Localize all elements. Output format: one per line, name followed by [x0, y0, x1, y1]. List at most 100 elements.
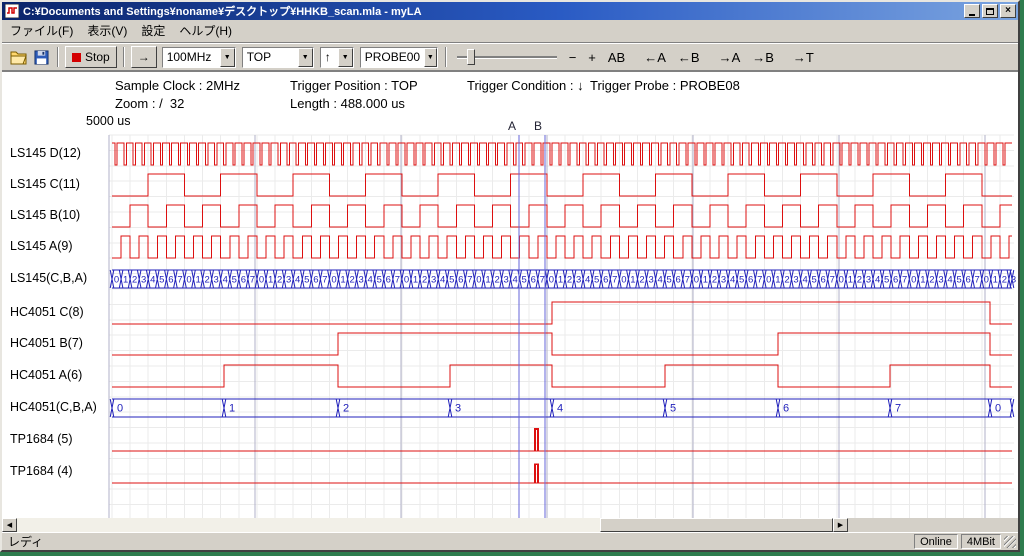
channel-ls145-a-9 [112, 236, 1012, 258]
slider-thumb[interactable] [467, 49, 475, 65]
chevron-down-icon[interactable]: ▼ [424, 48, 437, 67]
bus-value: 1 [123, 275, 128, 286]
trigger-position-value: TOP [243, 48, 298, 67]
bus-value: 7 [250, 275, 255, 286]
bus-value: 3 [938, 275, 943, 286]
bus-value: 5 [739, 275, 744, 286]
bus-value: 6 [821, 275, 826, 286]
bus-value: 1 [195, 275, 200, 286]
chevron-down-icon[interactable]: ▼ [338, 48, 353, 67]
bus-value: 6 [241, 275, 246, 286]
bus-value: 6 [531, 275, 536, 286]
bus-value: 0 [476, 275, 481, 286]
bus-value: 7 [395, 275, 400, 286]
bus-value: 0 [766, 275, 771, 286]
bus-value: 2 [277, 275, 282, 286]
close-button[interactable]: × [1000, 4, 1016, 18]
ab-button[interactable]: AB [603, 48, 630, 67]
zoom-out-button[interactable]: − [564, 48, 582, 67]
titlebar[interactable]: C:¥Documents and Settings¥noname¥デスクトップ¥… [2, 2, 1018, 20]
goto-trigger-button[interactable]: →T [788, 48, 819, 67]
bus-value: 0 [186, 275, 191, 286]
bus-value: 3 [576, 275, 581, 286]
cursor-a-label: A [508, 119, 516, 133]
bus-value: 4 [295, 275, 300, 286]
bus-value: 3 [1011, 275, 1016, 286]
bus-value: 3 [455, 403, 461, 415]
channel-ls145-c-11 [112, 174, 1012, 196]
bus-value: 7 [902, 275, 907, 286]
channel-label: LS145 A(9) [10, 239, 73, 253]
menu-help[interactable]: ヘルプ(H) [172, 20, 239, 42]
menu-view[interactable]: 表示(V) [80, 20, 134, 42]
bus-value: 0 [404, 275, 409, 286]
bus-value: 6 [893, 275, 898, 286]
bus-value: 5 [522, 275, 527, 286]
bus-value: 5 [884, 275, 889, 286]
bus-value: 1 [993, 275, 998, 286]
bus-value: 0 [995, 403, 1001, 415]
trigger-probe-select[interactable]: PROBE00 ▼ [360, 47, 438, 68]
stop-button[interactable]: Stop [65, 46, 117, 68]
waveform-area[interactable]: Sample Clock : 2MHz Trigger Position : T… [2, 71, 1018, 518]
goto-b-left-button[interactable]: ←B [673, 48, 705, 67]
open-file-button[interactable] [7, 46, 29, 68]
maximize-button[interactable] [982, 4, 998, 18]
cursor-b-label: B [534, 119, 542, 133]
goto-a-left-button[interactable]: ←A [639, 48, 671, 67]
bus-value: 7 [467, 275, 472, 286]
minimize-button[interactable] [964, 4, 980, 18]
bus-value: 7 [322, 275, 327, 286]
bus-value: 5 [594, 275, 599, 286]
trigger-position-select[interactable]: TOP ▼ [242, 47, 314, 68]
save-button[interactable] [30, 46, 52, 68]
scroll-right-icon[interactable]: ▶ [833, 518, 848, 532]
zoom-slider[interactable] [455, 46, 559, 68]
toolbar: Stop → 100MHz ▼ TOP ▼ ↑ ▼ PROBE00 ▼ − + … [2, 43, 1018, 71]
stop-icon [72, 53, 81, 62]
channel-label: TP1684 (4) [10, 464, 73, 478]
bus-value: 7 [895, 403, 901, 415]
goto-a-right-button[interactable]: →A [714, 48, 746, 67]
run-button[interactable]: → [131, 46, 157, 68]
bus-value: 3 [431, 275, 436, 286]
bus-value: 7 [612, 275, 617, 286]
chevron-down-icon[interactable]: ▼ [220, 48, 235, 67]
bus-value: 1 [630, 275, 635, 286]
horizontal-scrollbar[interactable]: ◀ ▶ [2, 518, 848, 532]
channel-label: TP1684 (5) [10, 432, 73, 446]
status-text: レディ [4, 533, 911, 550]
goto-b-right-button[interactable]: →B [747, 48, 779, 67]
trigger-edge-value: ↑ [321, 48, 338, 67]
menu-settings[interactable]: 設定 [134, 20, 172, 42]
sample-clock-select[interactable]: 100MHz ▼ [162, 47, 236, 68]
bus-value: 0 [621, 275, 626, 286]
bus-value: 1 [485, 275, 490, 286]
zoom-in-button[interactable]: + [583, 48, 601, 67]
bus-value: 5 [667, 275, 672, 286]
app-icon[interactable] [4, 4, 20, 18]
chevron-down-icon[interactable]: ▼ [298, 48, 313, 67]
bus-value: 1 [340, 275, 345, 286]
toolbar-separator [445, 47, 447, 67]
bus-value: 5 [159, 275, 164, 286]
bus-value: 6 [966, 275, 971, 286]
menu-file[interactable]: ファイル(F) [3, 20, 80, 42]
channel-label: LS145 D(12) [10, 146, 81, 160]
bus-value: 0 [839, 275, 844, 286]
bus-value: 3 [286, 275, 291, 286]
bus-value: 2 [349, 275, 354, 286]
scrollbar-thumb[interactable] [600, 518, 833, 532]
toolbar-separator [123, 47, 125, 67]
resize-grip[interactable] [1004, 536, 1016, 548]
bus-value: 1 [848, 275, 853, 286]
bus-value: 6 [458, 275, 463, 286]
channel-label: LS145(C,B,A) [10, 271, 87, 285]
scroll-left-icon[interactable]: ◀ [2, 518, 17, 532]
trigger-edge-select[interactable]: ↑ ▼ [320, 47, 354, 68]
bus-value: 2 [857, 275, 862, 286]
bus-value: 4 [440, 275, 445, 286]
bus-value: 2 [343, 403, 349, 415]
bus-value: 3 [214, 275, 219, 286]
maximize-icon [986, 8, 994, 15]
